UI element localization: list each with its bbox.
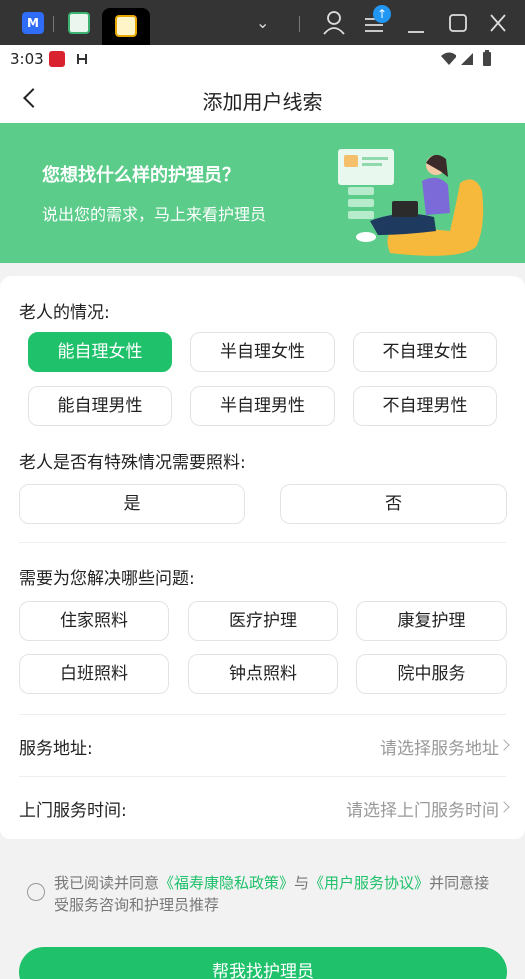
close-icon[interactable] [487,10,509,36]
lead-form-card: 老人的情况: 能自理女性 半自理女性 不自理女性 能自理男性 半自理男性 不自理… [0,276,525,839]
service-time-placeholder[interactable]: 请选择上门服务时间 [346,796,499,821]
battery-icon [483,50,491,66]
option-special-care-yes[interactable]: 是 [19,484,245,524]
address-label: 服务地址: [19,739,93,759]
app-tab-icon[interactable] [68,12,90,34]
address-placeholder[interactable]: 请选择服务地址 [380,734,499,759]
option-elder-condition[interactable]: 能自理男性 [28,386,172,426]
agreement-prefix: 我已阅读并同意 [54,874,160,892]
upload-badge-icon: ↑ [373,5,391,23]
banner-subtitle: 说出您的需求，马上来看护理员 [42,205,267,224]
agreement-text: 我已阅读并同意《福寿康隐私政策》与《用户服务协议》并同意接受服务咨询和护理员推荐 [54,872,499,916]
option-elder-condition[interactable]: 半自理男性 [190,386,335,426]
page-title: 添加用户线索 [202,90,323,114]
separator [299,16,300,32]
find-caregiver-button[interactable]: 帮我找护理员 [19,947,507,979]
option-problem[interactable]: 院中服务 [356,654,507,694]
option-elder-condition[interactable]: 不自理女性 [353,332,497,372]
chevron-right-icon [498,801,510,813]
divider [19,776,506,777]
option-special-care-no[interactable]: 否 [280,484,507,524]
user-icon[interactable] [322,10,346,36]
option-problem[interactable]: 白班照料 [19,654,169,694]
active-app-icon[interactable] [115,15,137,37]
elder-condition-label: 老人的情况: [19,303,110,323]
option-elder-condition[interactable]: 能自理女性 [28,332,172,372]
maximize-icon[interactable] [447,10,469,36]
divider [19,714,506,715]
service-time-label: 上门服务时间: [19,801,127,821]
option-problem[interactable]: 医疗护理 [188,601,338,641]
page-header: 添加用户线索 [0,73,525,123]
banner-title: 您想找什么样的护理员？ [42,165,240,186]
privacy-policy-link[interactable]: 《福寿康隐私政策》 [159,874,294,892]
service-agreement-link[interactable]: 《用户服务协议》 [309,874,429,892]
app-m-icon[interactable]: M [22,12,44,34]
status-bar: 3:03 [0,45,525,73]
agreement-radio[interactable] [27,883,45,901]
notification-app-icon [49,51,65,67]
separator [53,16,54,32]
chevron-right-icon [498,739,510,751]
divider [19,542,506,543]
option-problem[interactable]: 住家照料 [19,601,169,641]
sync-icon [77,54,87,64]
option-elder-condition[interactable]: 半自理女性 [190,332,335,372]
system-top-bar: M ⌄ ↑ [0,0,525,45]
promo-banner: 您想找什么样的护理员？ 说出您的需求，马上来看护理员 [0,123,525,263]
chevron-down-icon[interactable]: ⌄ [256,10,269,36]
minimize-icon[interactable] [405,10,427,36]
option-elder-condition[interactable]: 不自理男性 [353,386,497,426]
option-problem[interactable]: 钟点照料 [188,654,338,694]
agreement-and: 与 [294,874,310,892]
option-problem[interactable]: 康复护理 [356,601,507,641]
wifi-icon [441,52,456,65]
signal-icon [461,53,473,65]
caregiver-illustration [338,149,484,256]
problems-label: 需要为您解决哪些问题: [19,569,195,589]
status-time: 3:03 [10,50,44,68]
special-care-label: 老人是否有特殊情况需要照料: [19,453,246,473]
